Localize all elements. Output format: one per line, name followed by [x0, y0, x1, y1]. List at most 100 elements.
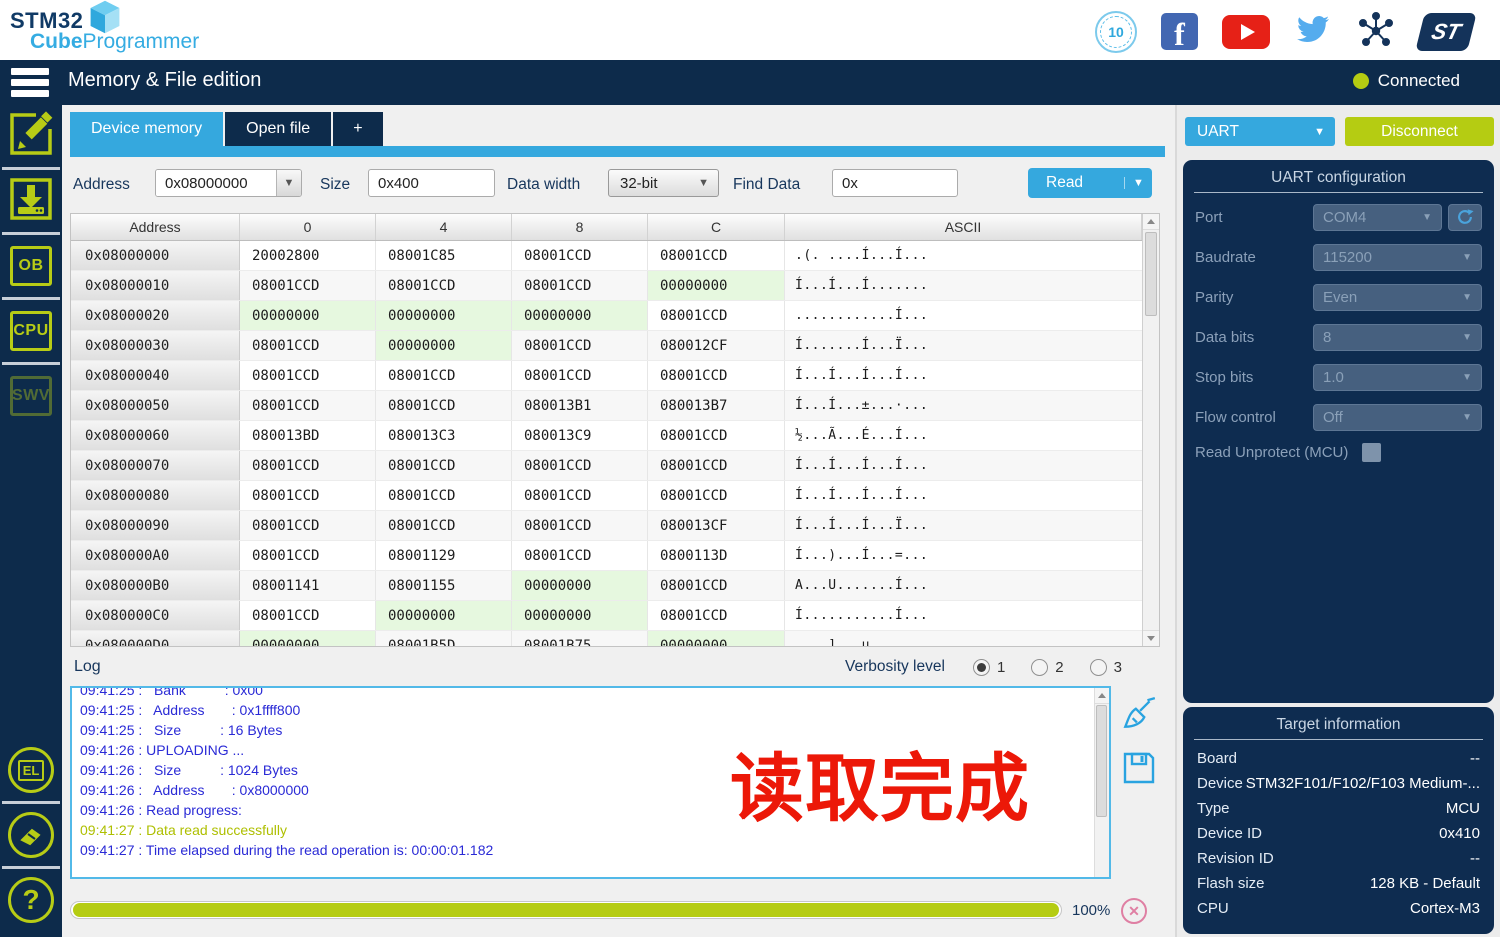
- size-input[interactable]: [368, 169, 495, 197]
- hex-cell[interactable]: 08001CCD: [376, 481, 512, 510]
- hex-cell[interactable]: 08001129: [376, 541, 512, 570]
- hex-cell[interactable]: 08001CCD: [512, 241, 648, 270]
- twitter-icon[interactable]: [1294, 13, 1332, 50]
- hex-cell[interactable]: 08001B75: [512, 631, 648, 646]
- field-select-baudrate[interactable]: 115200 ▼: [1313, 243, 1482, 271]
- address-cell[interactable]: 0x080000D0: [71, 631, 240, 646]
- address-cell[interactable]: 0x08000010: [71, 271, 240, 300]
- hex-cell[interactable]: 00000000: [376, 331, 512, 360]
- hex-cell[interactable]: 00000000: [376, 301, 512, 330]
- sidebar-item-external-loaders[interactable]: EL: [0, 739, 62, 801]
- sidebar-item-swv[interactable]: SWV: [0, 365, 62, 427]
- radio-icon[interactable]: [1089, 658, 1107, 676]
- hex-cell[interactable]: 08001141: [240, 571, 376, 600]
- field-select-parity[interactable]: Even ▼: [1313, 283, 1482, 311]
- field-select-flow-control[interactable]: Off ▼: [1313, 403, 1482, 431]
- hex-cell[interactable]: 00000000: [376, 601, 512, 630]
- hex-cell[interactable]: 08001CCD: [240, 541, 376, 570]
- hex-cell[interactable]: 08001CCD: [512, 511, 648, 540]
- scroll-up-icon[interactable]: [1095, 688, 1109, 704]
- hex-cell[interactable]: 080013B7: [648, 391, 785, 420]
- address-cell[interactable]: 0x080000A0: [71, 541, 240, 570]
- hex-cell[interactable]: 08001C85: [376, 241, 512, 270]
- hex-cell[interactable]: 08001CCD: [240, 331, 376, 360]
- save-log-floppy-icon[interactable]: [1121, 750, 1157, 791]
- address-cell[interactable]: 0x08000030: [71, 331, 240, 360]
- scroll-down-icon[interactable]: [1143, 630, 1159, 646]
- scrollbar-thumb[interactable]: [1096, 705, 1107, 817]
- sidebar-item-cpu[interactable]: CPU: [0, 300, 62, 362]
- hex-cell[interactable]: 08001CCD: [376, 511, 512, 540]
- address-cell[interactable]: 0x08000000: [71, 241, 240, 270]
- hex-cell[interactable]: 08001CCD: [512, 541, 648, 570]
- hex-cell[interactable]: 08001CCD: [240, 451, 376, 480]
- tab-new-tab[interactable]: +: [333, 112, 383, 146]
- hex-cell[interactable]: 0800113D: [648, 541, 785, 570]
- hex-cell[interactable]: 080013BD: [240, 421, 376, 450]
- ten-years-badge-icon[interactable]: 10: [1095, 10, 1137, 53]
- address-cell[interactable]: 0x08000050: [71, 391, 240, 420]
- clear-log-broom-icon[interactable]: [1120, 695, 1158, 738]
- verbosity-option-1[interactable]: 1: [972, 658, 1005, 676]
- st-logo-icon[interactable]: ST: [1415, 12, 1477, 51]
- hex-cell[interactable]: 08001CCD: [376, 271, 512, 300]
- address-cell[interactable]: 0x08000020: [71, 301, 240, 330]
- hex-cell[interactable]: 080013C3: [376, 421, 512, 450]
- hex-cell[interactable]: 08001CCD: [512, 451, 648, 480]
- hex-cell[interactable]: 08001CCD: [376, 391, 512, 420]
- interface-select[interactable]: UART ▼: [1185, 117, 1335, 146]
- sidebar-item-download[interactable]: [0, 170, 62, 232]
- verbosity-option-2[interactable]: 2: [1031, 658, 1064, 676]
- hex-cell[interactable]: 08001CCD: [512, 271, 648, 300]
- scrollbar-thumb[interactable]: [1145, 232, 1157, 316]
- hex-cell[interactable]: 080013B1: [512, 391, 648, 420]
- read-unprotect-checkbox[interactable]: [1362, 443, 1382, 462]
- hamburger-menu-icon[interactable]: [11, 68, 49, 101]
- hex-cell[interactable]: 08001155: [376, 571, 512, 600]
- hex-cell[interactable]: 08001CCD: [240, 601, 376, 630]
- hex-cell[interactable]: 08001CCD: [648, 361, 785, 390]
- hex-cell[interactable]: 08001CCD: [512, 331, 648, 360]
- sidebar-item-option-bytes[interactable]: OB: [0, 235, 62, 297]
- address-cell[interactable]: 0x080000B0: [71, 571, 240, 600]
- hex-cell[interactable]: 08001B5D: [376, 631, 512, 646]
- hex-cell[interactable]: 20002800: [240, 241, 376, 270]
- hex-cell[interactable]: 08001CCD: [376, 361, 512, 390]
- hex-cell[interactable]: 080013C9: [512, 421, 648, 450]
- find-data-input[interactable]: [832, 169, 958, 197]
- hex-cell[interactable]: 00000000: [512, 601, 648, 630]
- address-cell[interactable]: 0x08000040: [71, 361, 240, 390]
- field-select-port[interactable]: COM4 ▼: [1313, 203, 1442, 231]
- hex-cell[interactable]: 08001CCD: [240, 511, 376, 540]
- address-cell[interactable]: 0x08000070: [71, 451, 240, 480]
- hex-cell[interactable]: 08001CCD: [648, 451, 785, 480]
- sidebar-item-full-chip-erase[interactable]: [0, 804, 62, 866]
- hex-cell[interactable]: 08001CCD: [240, 271, 376, 300]
- community-network-icon[interactable]: [1356, 9, 1396, 54]
- hex-cell[interactable]: 08001CCD: [648, 241, 785, 270]
- hex-cell[interactable]: 08001CCD: [240, 391, 376, 420]
- hex-cell[interactable]: 080013CF: [648, 511, 785, 540]
- disconnect-button[interactable]: Disconnect: [1345, 117, 1494, 146]
- hex-cell[interactable]: 00000000: [240, 301, 376, 330]
- youtube-icon[interactable]: [1222, 14, 1270, 49]
- hex-cell[interactable]: 00000000: [512, 571, 648, 600]
- hex-cell[interactable]: 08001CCD: [648, 571, 785, 600]
- radio-icon[interactable]: [972, 658, 990, 676]
- radio-icon[interactable]: [1031, 658, 1049, 676]
- hex-cell[interactable]: 08001CCD: [512, 361, 648, 390]
- facebook-icon[interactable]: f: [1161, 13, 1198, 50]
- hex-cell[interactable]: 080012CF: [648, 331, 785, 360]
- hex-cell[interactable]: 08001CCD: [376, 451, 512, 480]
- data-width-select[interactable]: 32-bit ▼: [608, 169, 719, 197]
- address-dropdown-button[interactable]: ▼: [276, 170, 301, 196]
- hex-cell[interactable]: 00000000: [240, 631, 376, 646]
- hex-cell[interactable]: 00000000: [512, 301, 648, 330]
- cancel-operation-icon[interactable]: ✕: [1121, 898, 1147, 924]
- hex-cell[interactable]: 00000000: [648, 271, 785, 300]
- hex-cell[interactable]: 00000000: [648, 631, 785, 646]
- refresh-button[interactable]: [1448, 203, 1482, 231]
- sidebar-item-help[interactable]: ?: [0, 869, 62, 931]
- address-cell[interactable]: 0x08000090: [71, 511, 240, 540]
- tab-open-file[interactable]: Open file: [225, 112, 332, 146]
